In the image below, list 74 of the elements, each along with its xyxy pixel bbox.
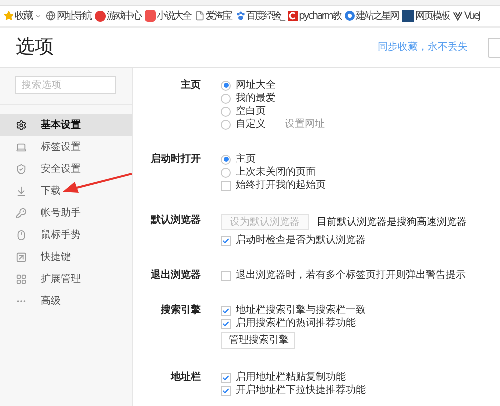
sidebar-item[interactable]: 快捷键 (0, 246, 71, 268)
vue-icon (453, 11, 464, 21)
radio-label: 自定义 (236, 118, 266, 132)
radio-label: 上次未关闭的页面 (236, 166, 316, 180)
checkbox[interactable] (221, 180, 231, 190)
key-icon (16, 208, 27, 218)
bookmark-item[interactable]: 收藏 (4, 8, 42, 24)
section-label: 搜索引擎 (161, 304, 201, 317)
shield-icon (16, 164, 27, 174)
bookmark-item[interactable]: 游戏中心 (95, 8, 141, 24)
page-title: 选项 (16, 35, 55, 60)
header-input[interactable] (488, 38, 500, 58)
section-label: 主页 (181, 79, 201, 92)
c-logo-icon (288, 11, 298, 21)
sidebar-item[interactable]: 基本设置 (0, 114, 132, 136)
settings-icon (16, 120, 27, 130)
checkbox-label: 启动时检查是否为默认浏览器 (236, 234, 366, 248)
section-label: 启动时打开 (151, 153, 201, 166)
search-field[interactable]: 搜索选项 (15, 76, 116, 94)
checkbox-label: 退出浏览器时，若有多个标签页打开则弹出警告提示 (236, 268, 466, 283)
mouse-icon (16, 230, 27, 240)
section-label: 退出浏览器 (151, 269, 201, 282)
radio-button[interactable] (221, 106, 231, 116)
radio-button[interactable] (221, 168, 231, 178)
page-icon (195, 11, 205, 21)
template-icon (402, 10, 414, 22)
radio-label: 主页 (236, 152, 256, 166)
checkbox-label: 开启地址栏下拉快捷推荐功能 (236, 384, 366, 398)
bookmark-item[interactable]: 网页模板 (402, 8, 450, 24)
sidebar-item[interactable]: 下载 (0, 180, 61, 202)
checkbox-label: 地址栏搜索引擎与搜索栏一致 (236, 304, 366, 318)
sidebar-item[interactable]: 安全设置 (0, 158, 81, 180)
bookmark-item[interactable]: 爱淘宝 (195, 8, 232, 24)
game-icon (95, 10, 106, 22)
laptop-icon (16, 142, 27, 152)
bookmark-item[interactable]: pycharm教 (288, 8, 341, 24)
sidebar-item[interactable]: 高级 (0, 290, 61, 312)
paw-icon (236, 11, 246, 21)
checkbox[interactable] (221, 372, 231, 382)
sidebar-item[interactable]: 扩展管理 (0, 268, 81, 290)
search-engine-dropdown[interactable]: 管理搜索引擎 (221, 332, 295, 349)
download-icon (16, 186, 27, 196)
bookmark-item[interactable]: 小说大全 (145, 8, 191, 24)
bookmark-item[interactable]: 百度经验_ (236, 8, 284, 24)
section-label: 地址栏 (171, 371, 201, 384)
bookmark-item[interactable]: VueJ (453, 8, 480, 24)
checkbox[interactable] (221, 318, 231, 328)
shortcut-icon (16, 252, 27, 262)
bookmark-item[interactable]: 建站之星网 (344, 8, 398, 24)
globe-icon (46, 11, 56, 21)
bookmark-item[interactable]: 网址导航 (46, 8, 91, 24)
radio-button[interactable] (221, 80, 231, 90)
radio-button[interactable] (221, 94, 231, 104)
checkbox-label: 始终打开我的起始页 (236, 178, 326, 193)
sidebar-item[interactable]: 鼠标手势 (0, 224, 81, 246)
checkbox[interactable] (221, 236, 231, 246)
radio-label: 我的最爱 (236, 92, 276, 106)
radio-label: 空白页 (236, 104, 266, 118)
sidebar-item[interactable]: 帐号助手 (0, 202, 81, 224)
checkbox-label: 启用搜索栏的热词推荐功能 (236, 316, 356, 331)
grid-icon (16, 274, 27, 284)
radio-button[interactable] (221, 120, 231, 130)
radio-label: 网址大全 (236, 78, 276, 92)
badge-icon (344, 11, 355, 21)
default-browser-note: 目前默认浏览器是搜狗高速浏览器 (317, 216, 467, 230)
checkbox[interactable] (221, 306, 231, 316)
radio-button[interactable] (221, 154, 231, 164)
checkbox[interactable] (221, 270, 231, 280)
checkbox[interactable] (221, 386, 231, 396)
sidebar-item[interactable]: 标签设置 (0, 136, 81, 158)
star-icon (4, 11, 14, 21)
section-label: 默认浏览器 (151, 214, 201, 227)
book-icon (145, 10, 156, 22)
checkbox-label: 启用地址栏粘贴复制功能 (236, 370, 346, 384)
